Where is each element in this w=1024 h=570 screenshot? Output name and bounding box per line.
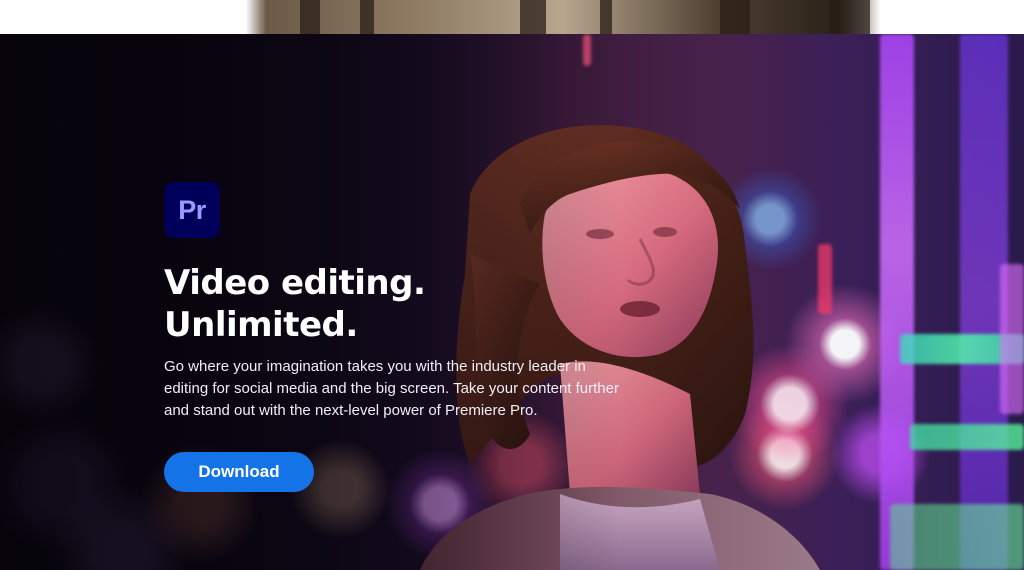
neon-light-decoration <box>890 504 1024 570</box>
hero-content: Pr Video editing. Unlimited. Go where yo… <box>164 182 644 492</box>
headline-line-2: Unlimited. <box>164 305 358 345</box>
hero-description: Go where your imagination takes you with… <box>164 358 619 419</box>
premiere-pro-icon: Pr <box>164 182 220 238</box>
neon-light-decoration <box>880 34 914 570</box>
page: Pr Video editing. Unlimited. Go where yo… <box>0 0 1024 570</box>
download-button[interactable]: Download <box>164 452 314 492</box>
hero-headline: Video editing. Unlimited. <box>164 262 644 346</box>
headline-line-1: Video editing. <box>164 263 426 303</box>
app-icon-label: Pr <box>178 194 206 225</box>
hero-banner: Pr Video editing. Unlimited. Go where yo… <box>0 34 1024 570</box>
previous-section-image <box>0 0 1024 34</box>
neon-light-decoration <box>818 244 832 314</box>
neon-light-decoration <box>1000 264 1024 414</box>
neon-light-decoration <box>910 424 1024 450</box>
